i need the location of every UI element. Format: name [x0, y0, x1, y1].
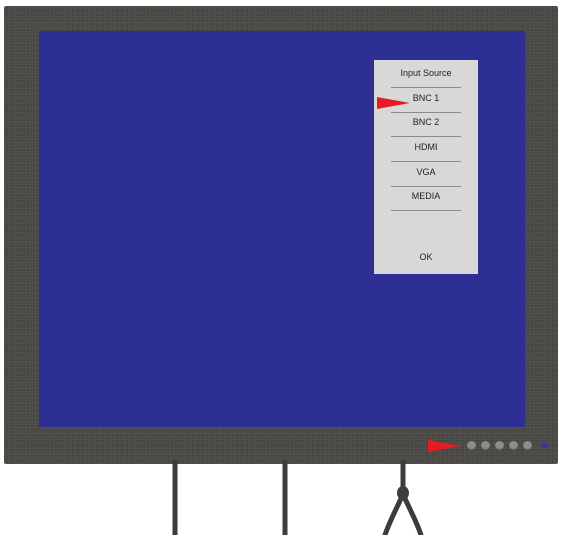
menu-item-hdmi[interactable]: HDMI: [374, 142, 478, 152]
cable-right-branch-left: [382, 491, 406, 535]
input-source-menu: Input Source BNC 1 BNC 2 HDMI VGA MEDIA …: [374, 60, 478, 274]
cable-right-branch-right: [400, 491, 424, 535]
panel-button-2[interactable]: [481, 441, 490, 450]
menu-divider: [391, 136, 461, 137]
cable-splitter: [397, 486, 409, 500]
power-led-icon: [542, 443, 547, 448]
menu-divider: [391, 210, 461, 211]
menu-item-vga[interactable]: VGA: [374, 167, 478, 177]
menu-divider: [391, 186, 461, 187]
ok-button[interactable]: OK: [374, 252, 478, 262]
selection-arrow-icon: [377, 97, 410, 109]
menu-divider: [391, 161, 461, 162]
menu-divider: [391, 87, 461, 88]
menu-item-bnc2[interactable]: BNC 2: [374, 117, 478, 127]
panel-button-1[interactable]: [467, 441, 476, 450]
cables: [172, 460, 424, 535]
menu-divider: [391, 112, 461, 113]
panel-button-5[interactable]: [523, 441, 532, 450]
panel-button-3[interactable]: [495, 441, 504, 450]
menu-title: Input Source: [400, 68, 452, 78]
menu-item-media[interactable]: MEDIA: [374, 191, 478, 201]
panel-arrow-icon: [428, 440, 461, 452]
panel-button-4[interactable]: [509, 441, 518, 450]
